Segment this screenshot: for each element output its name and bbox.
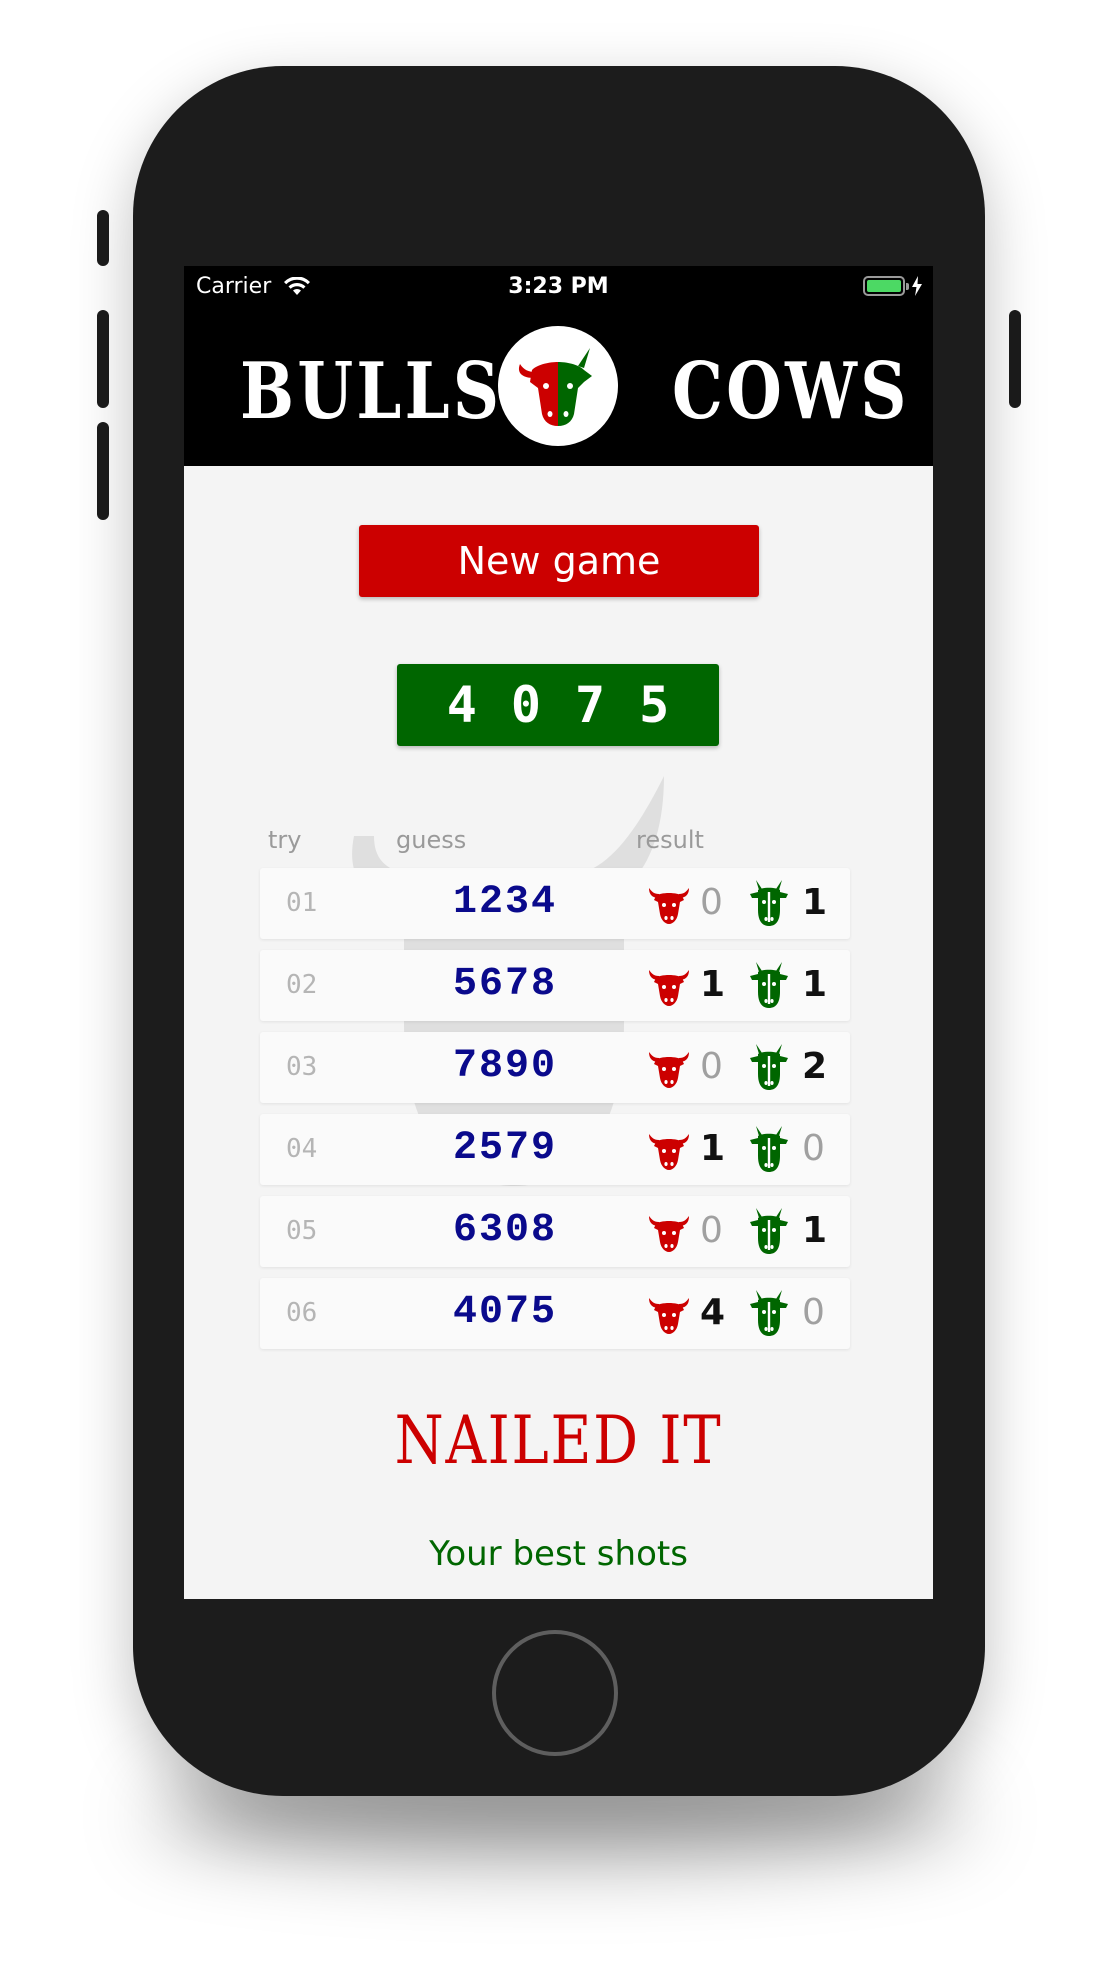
bull-icon [646, 1208, 692, 1254]
column-header-guess: guess [396, 826, 467, 854]
title-bulls: BULLS [240, 346, 503, 437]
bull-icon [646, 1044, 692, 1090]
bull-count: 1 [700, 1128, 726, 1169]
clock: 3:23 PM [508, 274, 609, 299]
cow-count: 2 [802, 1046, 828, 1087]
mute-switch [97, 210, 109, 266]
try-number: 05 [286, 1216, 318, 1246]
cow-count: 0 [802, 1128, 825, 1169]
battery-icon [863, 276, 909, 296]
try-row: 01 1234 0 1 [260, 868, 850, 939]
guess-value: 7890 [452, 1044, 557, 1089]
best-shots-link[interactable]: Your best shots [184, 1534, 933, 1574]
battery-indicator [863, 276, 923, 296]
bull-cow-logo [498, 326, 618, 446]
cow-icon [748, 1124, 790, 1174]
bull-icon [646, 1126, 692, 1172]
secret-number-display: 4075 [397, 664, 719, 746]
cow-icon [748, 878, 790, 928]
try-number: 06 [286, 1298, 318, 1328]
app-header: BULLS COWS [184, 308, 933, 466]
try-number: 01 [286, 888, 318, 918]
cow-count: 1 [802, 964, 828, 1005]
cow-icon [748, 960, 790, 1010]
app-screen: Carrier 3:23 PM BULLS COWS New game 4075… [184, 266, 933, 1599]
guess-value: 6308 [452, 1208, 557, 1253]
try-row: 05 6308 0 1 [260, 1196, 850, 1267]
try-row: 02 5678 1 1 [260, 950, 850, 1021]
bull-count: 1 [700, 964, 726, 1005]
try-number: 04 [286, 1134, 318, 1164]
title-cows: COWS [672, 346, 910, 437]
cow-count: 1 [802, 1210, 828, 1251]
bull-icon [646, 1290, 692, 1336]
cow-count: 1 [802, 882, 828, 923]
try-row: 04 2579 1 0 [260, 1114, 850, 1185]
bull-count: 0 [700, 1210, 723, 1251]
power-button [1009, 310, 1021, 408]
status-bar: Carrier 3:23 PM [184, 266, 933, 308]
try-number: 02 [286, 970, 318, 1000]
guess-value: 4075 [452, 1290, 557, 1335]
try-number: 03 [286, 1052, 318, 1082]
bull-count: 4 [700, 1292, 726, 1333]
result-message: NAILED IT [394, 1402, 723, 1479]
new-game-button[interactable]: New game [359, 525, 759, 597]
column-header-try: try [268, 826, 302, 854]
charging-bolt-icon [912, 276, 922, 296]
try-row: 06 4075 4 0 [260, 1278, 850, 1349]
try-row: 03 7890 0 2 [260, 1032, 850, 1103]
bull-count: 0 [700, 1046, 723, 1087]
guess-value: 1234 [452, 880, 557, 925]
volume-up-button [97, 310, 109, 408]
volume-down-button [97, 422, 109, 520]
cow-icon [748, 1288, 790, 1338]
bull-icon [646, 962, 692, 1008]
guess-value: 2579 [452, 1126, 557, 1171]
cow-icon [748, 1042, 790, 1092]
bull-count: 0 [700, 882, 723, 923]
home-button[interactable] [492, 1630, 618, 1756]
cow-icon [748, 1206, 790, 1256]
bull-icon [646, 880, 692, 926]
guess-value: 5678 [452, 962, 557, 1007]
cow-count: 0 [802, 1292, 825, 1333]
column-header-result: result [636, 826, 704, 854]
